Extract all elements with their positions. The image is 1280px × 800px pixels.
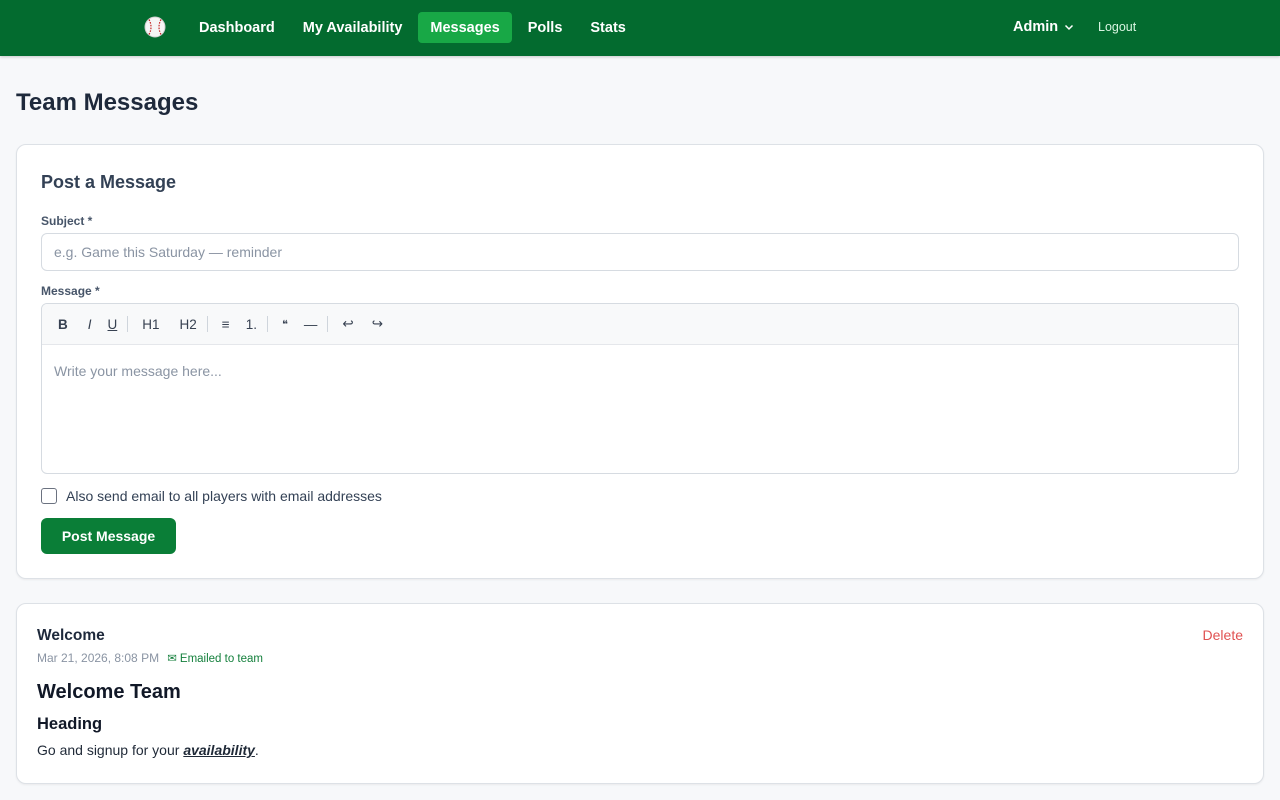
- logout-link[interactable]: Logout: [1098, 20, 1136, 34]
- quote-icon[interactable]: ❝: [276, 316, 294, 333]
- horizontal-rule-icon[interactable]: —: [298, 315, 324, 334]
- emailed-badge: ✉ Emailed to team: [167, 653, 264, 665]
- subject-label: Subject *: [41, 214, 93, 228]
- heading1-button[interactable]: H1: [136, 315, 165, 334]
- message-editor: B I U H1 H2 ≡ 1. ❝ — ↩ ↪ Write your mess…: [41, 303, 1239, 474]
- nav-messages[interactable]: Messages: [418, 12, 512, 43]
- nav-polls[interactable]: Polls: [516, 12, 575, 43]
- ordered-list-button[interactable]: 1.: [240, 315, 263, 334]
- message-body-heading1: Welcome Team: [37, 681, 181, 703]
- message-textarea[interactable]: Write your message here...: [42, 345, 1238, 397]
- message-body-paragraph: Go and signup for your availability.: [37, 742, 259, 758]
- editor-toolbar: B I U H1 H2 ≡ 1. ❝ — ↩ ↪: [42, 304, 1238, 345]
- compose-card: Post a Message Subject * Message * B I U…: [16, 144, 1264, 579]
- message-label: Message *: [41, 284, 100, 298]
- baseball-icon[interactable]: [144, 16, 166, 38]
- redo-icon[interactable]: ↪: [366, 314, 389, 334]
- admin-label: Admin: [1013, 19, 1059, 35]
- paragraph-text: Go and signup for your: [37, 742, 184, 758]
- message-subject: Welcome: [37, 627, 105, 644]
- top-navbar: Dashboard My Availability Messages Polls…: [0, 0, 1280, 56]
- availability-text: availability: [183, 742, 255, 758]
- message-body-heading2: Heading: [37, 715, 103, 733]
- undo-icon[interactable]: ↩: [336, 314, 359, 334]
- nav-dashboard[interactable]: Dashboard: [187, 12, 287, 43]
- nav-my-availability[interactable]: My Availability: [291, 12, 415, 43]
- toolbar-divider: [127, 316, 129, 332]
- underline-button[interactable]: U: [102, 315, 124, 334]
- message-date: Mar 21, 2026, 8:08 PM: [37, 651, 160, 665]
- bold-button[interactable]: B: [52, 315, 74, 334]
- subject-input[interactable]: [41, 233, 1239, 271]
- email-option: Also send email to all players with emai…: [41, 488, 382, 504]
- heading2-button[interactable]: H2: [174, 315, 203, 334]
- email-checkbox-label[interactable]: Also send email to all players with emai…: [66, 488, 382, 504]
- chevron-down-icon: [1065, 24, 1074, 31]
- compose-heading: Post a Message: [41, 172, 177, 192]
- bullet-list-icon[interactable]: ≡: [216, 315, 236, 334]
- message-meta: Mar 21, 2026, 8:08 PM ✉ Emailed to team: [37, 651, 263, 665]
- toolbar-divider: [206, 316, 208, 332]
- italic-button[interactable]: I: [82, 315, 98, 334]
- nav-links: Dashboard My Availability Messages Polls…: [187, 12, 638, 43]
- admin-menu[interactable]: Admin: [1013, 19, 1074, 35]
- toolbar-divider: [327, 316, 329, 332]
- post-message-button[interactable]: Post Message: [41, 518, 176, 554]
- email-checkbox[interactable]: [41, 488, 57, 504]
- delete-button[interactable]: Delete: [1203, 627, 1243, 643]
- page-title: Team Messages: [16, 89, 199, 116]
- nav-stats[interactable]: Stats: [578, 12, 637, 43]
- message-card: Welcome Mar 21, 2026, 8:08 PM ✉ Emailed …: [16, 603, 1264, 784]
- paragraph-end: .: [254, 742, 259, 758]
- toolbar-divider: [266, 316, 268, 332]
